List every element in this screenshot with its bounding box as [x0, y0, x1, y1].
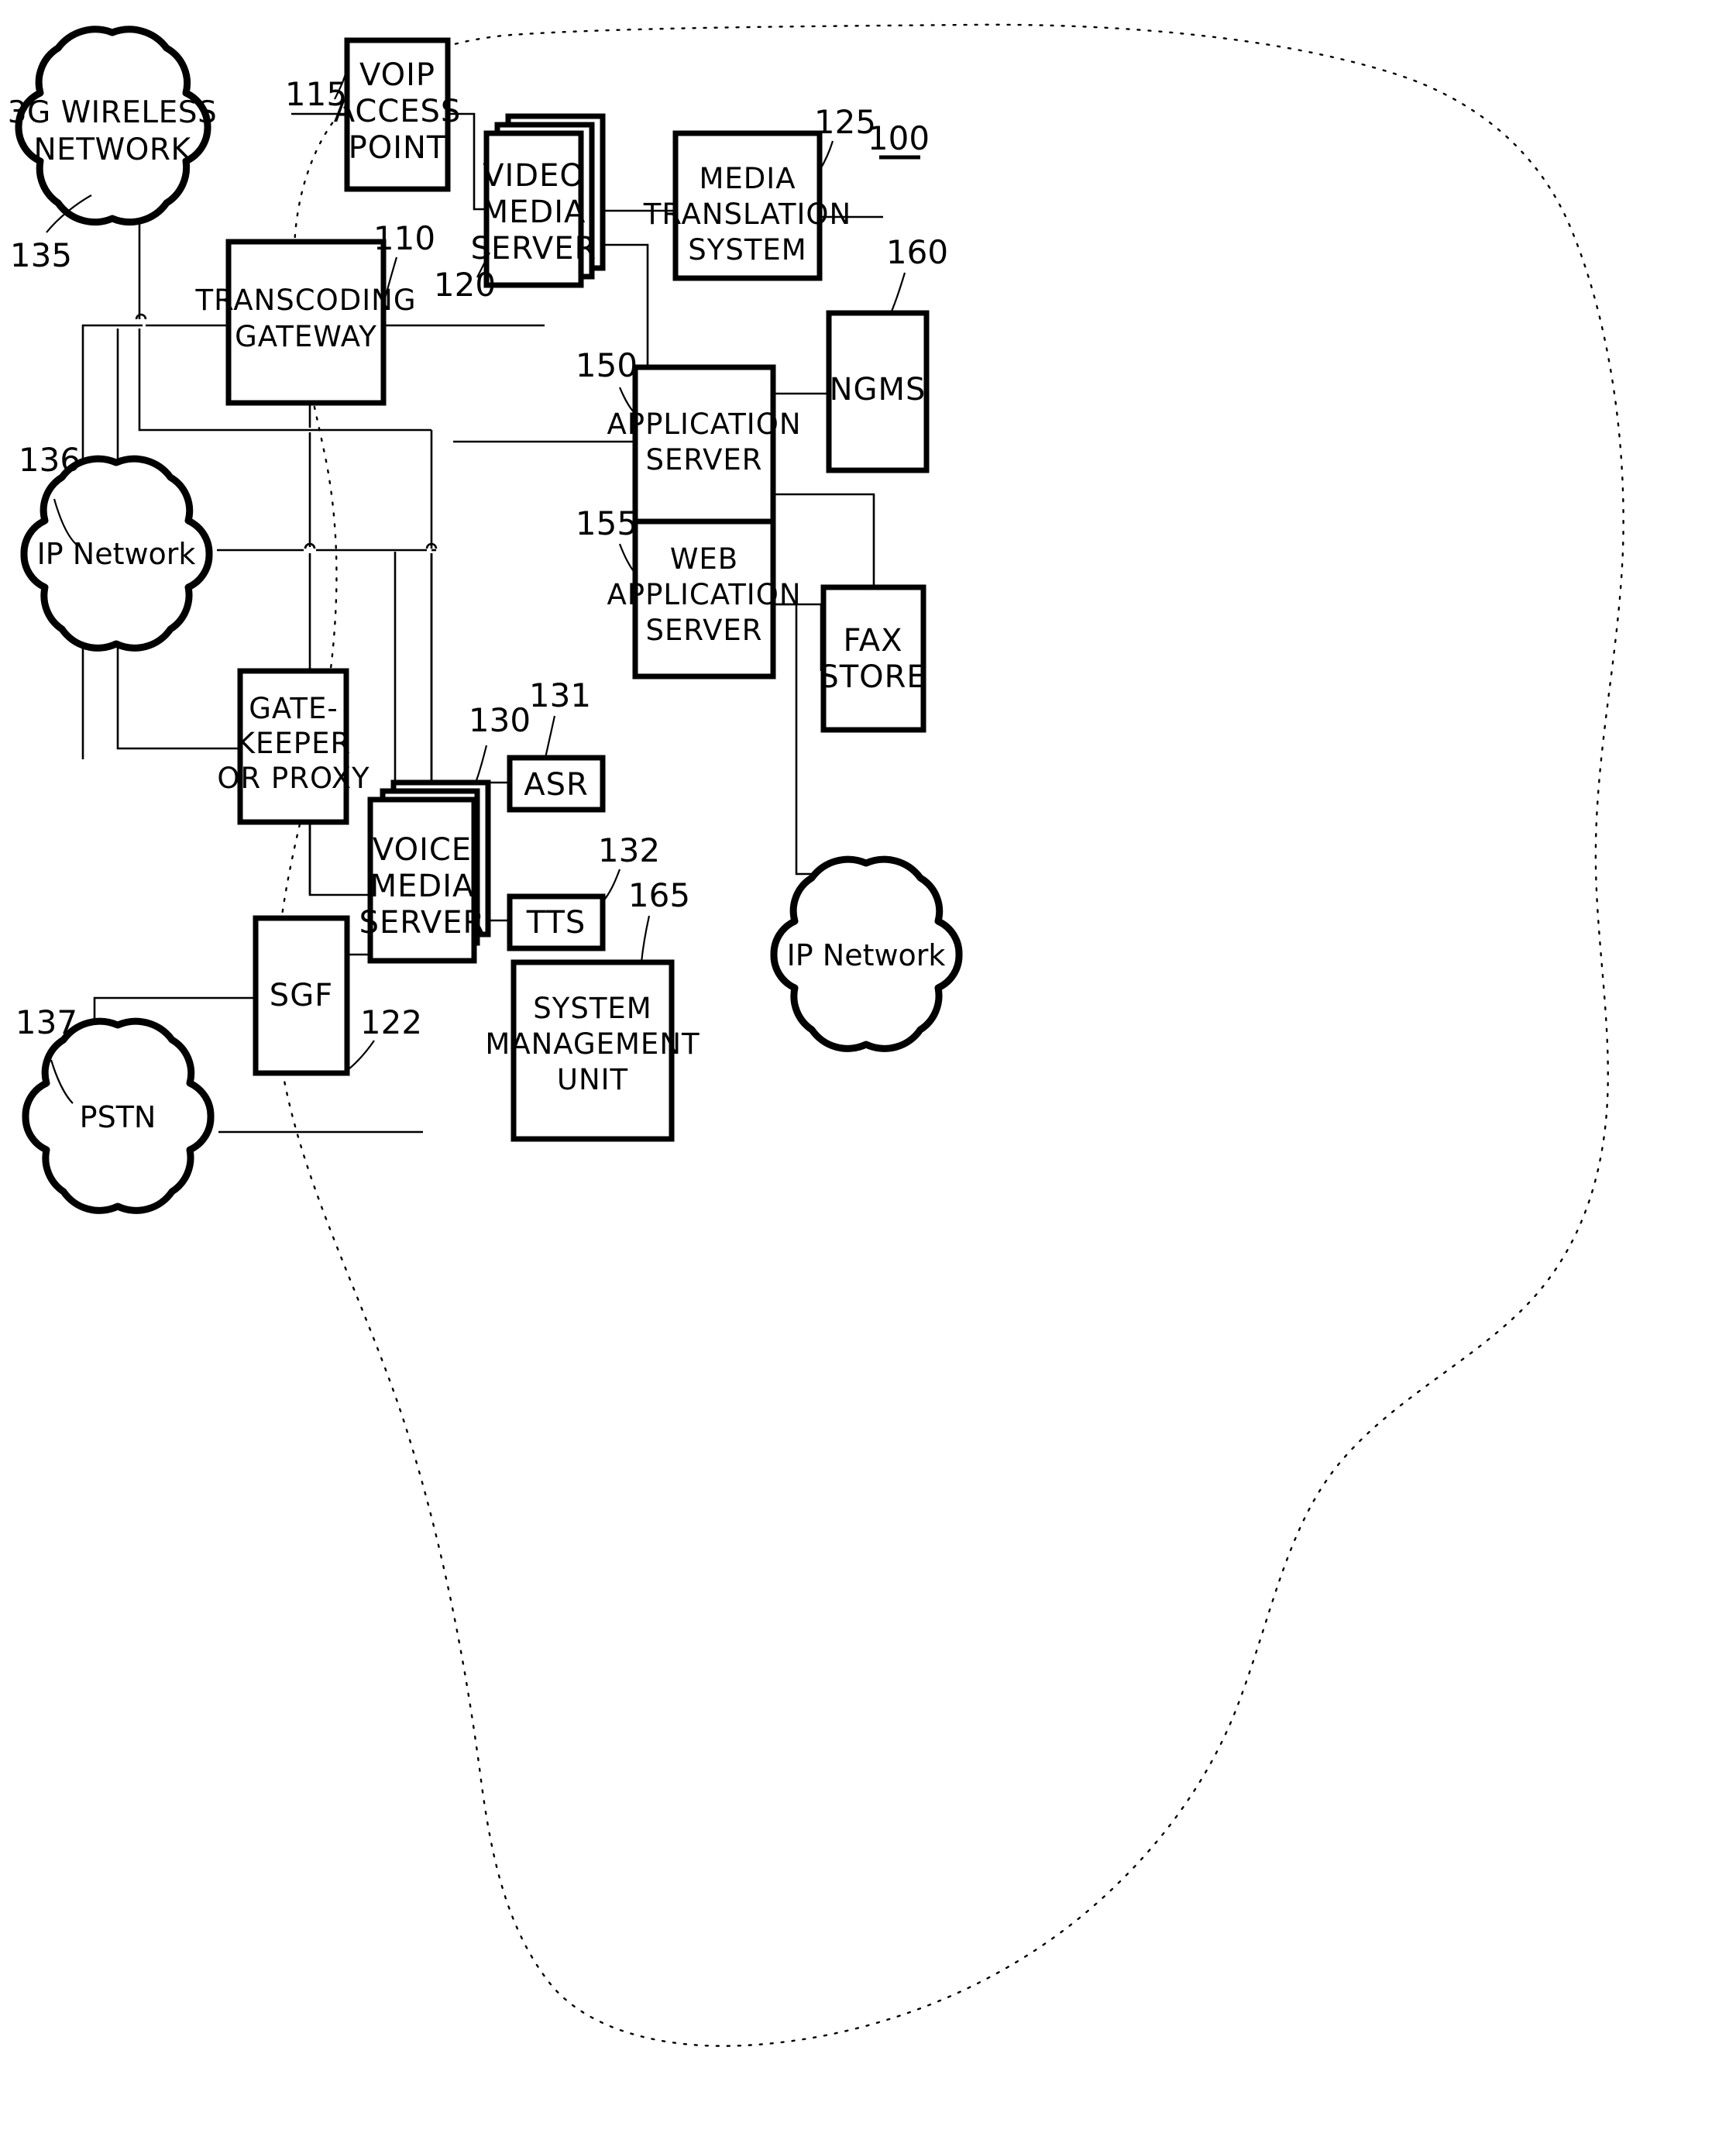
vms-label-line2: MEDIA — [482, 194, 586, 230]
box-fax-store: FAX STORE — [819, 584, 926, 733]
mts-label-line1: MEDIA — [699, 162, 796, 195]
was-label-line1: WEB — [670, 542, 738, 576]
ngms-label-line1: NGMS — [830, 372, 926, 408]
cloud-3g-label-line1: 3G WIRELESS — [8, 95, 218, 130]
leader-160 — [889, 272, 906, 314]
ref-160: 160 — [886, 233, 948, 271]
sgf-label-line1: SGF — [270, 978, 333, 1013]
box-media-translation-system: MEDIA TRANSLATION SYSTEM — [643, 130, 852, 281]
leader-131 — [544, 715, 556, 759]
leader-130 — [474, 745, 488, 783]
was-label-line3: SERVER — [646, 614, 763, 647]
smu-label-line2: MANAGEMENT — [485, 1027, 700, 1061]
ref-135: 135 — [10, 236, 72, 274]
ref-131: 131 — [529, 676, 591, 714]
voip-label-line2: ACCESS — [334, 94, 462, 129]
was-label-line2: APPLICATION — [607, 578, 801, 611]
mts-label-line2: TRANSLATION — [643, 198, 852, 231]
ref-122: 122 — [360, 1003, 422, 1041]
cloud-ip-left-label: IP Network — [37, 537, 196, 571]
vms-label-line3: SERVER — [471, 231, 597, 267]
gk-label-line3: OR PROXY — [217, 762, 370, 795]
ref-150: 150 — [576, 346, 638, 384]
diagram-canvas: 3G WIRELESS NETWORK 135 IP Network 136 P… — [8, 23, 1624, 2047]
fax-label-line1: FAX — [843, 623, 902, 659]
voip-label-line3: POINT — [349, 130, 447, 166]
box-tts: TTS — [507, 893, 606, 951]
cloud-ip-right-label: IP Network — [787, 938, 946, 972]
fax-store-rect — [820, 584, 926, 733]
ref-132: 132 — [598, 831, 660, 869]
ref-136: 136 — [19, 441, 81, 479]
cloud-3g-wireless-network: 3G WIRELESS NETWORK — [8, 26, 218, 226]
box-gatekeeper-or-proxy: GATE- KEEPER OR PROXY — [217, 668, 370, 825]
as-label-line1: APPLICATION — [607, 408, 801, 441]
smu-label-line1: SYSTEM — [533, 992, 651, 1025]
conn-application-server-to-fax-store — [773, 493, 875, 587]
cloud-3g-label-line2: NETWORK — [33, 132, 191, 167]
voicems-label-line1: VOICE — [373, 832, 472, 868]
gk-label-line1: GATE- — [249, 692, 338, 725]
mts-label-line3: SYSTEM — [688, 233, 806, 267]
figure-id: 100 — [868, 119, 930, 160]
ref-130: 130 — [469, 701, 531, 739]
smu-label-line3: UNIT — [557, 1063, 628, 1096]
leader-165 — [640, 915, 651, 963]
ref-155: 155 — [576, 504, 638, 542]
tg-label-line2: GATEWAY — [235, 320, 377, 353]
voicems-label-line3: SERVER — [359, 905, 486, 941]
as-label-line2: SERVER — [646, 443, 763, 477]
box-transcoding-gateway: TRANSCODING GATEWAY — [195, 239, 417, 406]
ref-120: 120 — [434, 266, 496, 304]
ref-137: 137 — [15, 1003, 77, 1041]
conn-ipnetwork-left-down-gatekeeper — [116, 637, 240, 750]
box-video-media-server: VIDEO MEDIA SERVER — [471, 113, 606, 288]
figure-id-number: 100 — [868, 119, 930, 157]
system-boundary-outline — [275, 23, 1624, 2047]
conn-gatekeeper-to-voice-media-server — [308, 821, 372, 896]
cloud-ip-network-right: IP Network — [770, 855, 963, 1052]
conn-3g-vertical-hop — [135, 313, 147, 320]
voicems-label-line2: MEDIA — [370, 869, 475, 904]
leader-122 — [348, 1040, 375, 1070]
cloud-pstn: PSTN — [22, 1017, 215, 1214]
gk-label-line2: KEEPER — [236, 727, 351, 760]
tg-label-line1: TRANSCODING — [195, 284, 417, 317]
ref-110: 110 — [373, 219, 435, 257]
cloud-ip-network-left: IP Network — [20, 455, 213, 652]
patent-figure: 3G WIRELESS NETWORK 135 IP Network 136 P… — [0, 0, 1736, 2140]
voip-label-line1: VOIP — [359, 57, 435, 93]
box-system-management-unit: SYSTEM MANAGEMENT UNIT — [485, 959, 700, 1142]
ref-165: 165 — [628, 876, 690, 914]
cloud-pstn-label: PSTN — [80, 1100, 156, 1134]
box-application-server: APPLICATION SERVER — [607, 364, 801, 525]
box-web-application-server: WEB APPLICATION SERVER — [607, 518, 801, 680]
box-sgf: SGF — [253, 915, 350, 1076]
box-voice-media-server: VOICE MEDIA SERVER — [359, 779, 491, 964]
box-asr: ASR — [507, 755, 606, 813]
fax-label-line2: STORE — [819, 659, 926, 695]
tts-label-line1: TTS — [526, 905, 586, 941]
ref-115: 115 — [285, 75, 347, 113]
box-voip-access-point: VOIP ACCESS POINT — [334, 37, 462, 192]
box-ngms: NGMS — [826, 310, 930, 473]
vms-label-line1: VIDEO — [483, 158, 585, 194]
asr-label-line1: ASR — [524, 767, 589, 803]
